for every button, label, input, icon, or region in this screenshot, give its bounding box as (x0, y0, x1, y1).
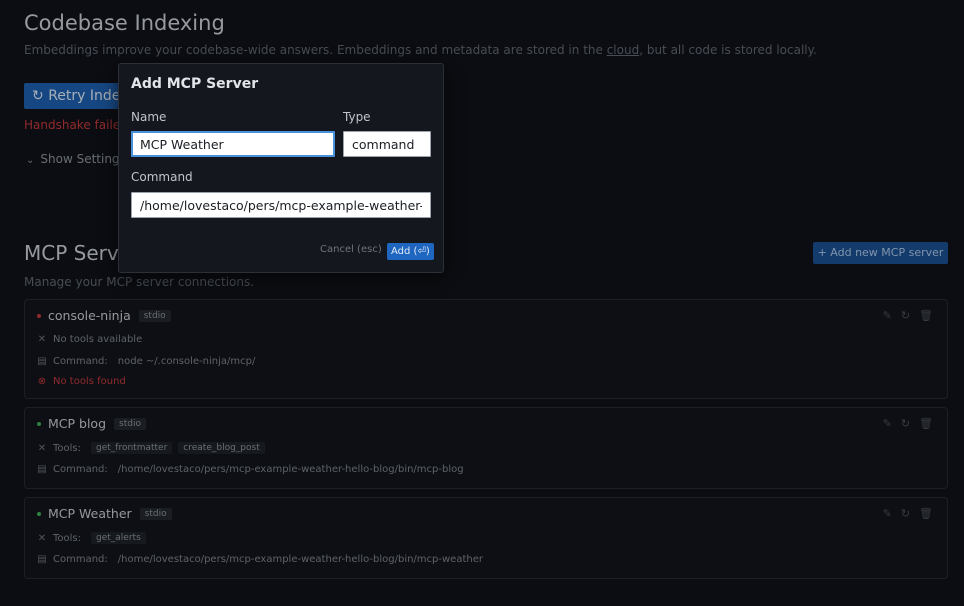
server-name: MCP blog (48, 416, 107, 431)
tool-chip: create_blog_post (178, 442, 265, 454)
tools-icon: ✕ (37, 442, 47, 454)
trash-icon[interactable]: 🗑 (919, 309, 933, 322)
show-settings-toggle[interactable]: ⌄ Show Settings (26, 152, 120, 166)
mcp-description: Manage your MCP server connections. (24, 275, 255, 289)
command-label: Command (131, 170, 193, 184)
trash-icon[interactable]: 🗑 (919, 507, 933, 520)
command-value: node ~/.console-ninja/mcp/ (117, 356, 256, 367)
tools-icon: ✕ (37, 532, 47, 544)
indexing-description: Embeddings improve your codebase-wide an… (24, 43, 817, 57)
server-title: MCP blog stdio (37, 416, 146, 431)
trash-icon[interactable]: 🗑 (919, 417, 933, 430)
type-select[interactable] (343, 131, 431, 157)
name-label: Name (131, 110, 167, 124)
command-row: ▤ Command: /home/lovestaco/pers/mcp-exam… (37, 554, 483, 565)
indexing-title: Codebase Indexing (24, 11, 225, 35)
tools-row: ✕ Tools: get_frontmatter create_blog_pos… (37, 442, 271, 454)
command-value: /home/lovestaco/pers/mcp-example-weather… (117, 554, 483, 565)
command-input[interactable] (131, 192, 431, 218)
server-name: console-ninja (48, 308, 131, 323)
dialog-title: Add MCP Server (131, 76, 259, 92)
tools-row: ✕ No tools available (37, 334, 142, 345)
type-label: Type (343, 110, 371, 124)
tools-row: ✕ Tools: get_alerts (37, 532, 152, 544)
mcp-server-card-console-ninja: console-ninja stdio ✕ No tools available… (24, 299, 948, 399)
tools-text: No tools available (53, 334, 143, 345)
type-badge: stdio (139, 507, 172, 520)
server-title: MCP Weather stdio (37, 506, 172, 521)
mcp-server-card-weather: MCP Weather stdio ✕ Tools: get_alerts ▤ … (24, 497, 948, 579)
tools-label: Tools: (53, 532, 82, 544)
tool-chip: get_alerts (91, 532, 146, 544)
command-label: Command: (53, 554, 108, 565)
name-input[interactable] (131, 131, 335, 157)
description-prefix: Embeddings improve your codebase-wide an… (24, 43, 607, 57)
refresh-icon[interactable]: ↻ (901, 417, 910, 430)
terminal-icon: ▤ (37, 464, 47, 475)
edit-icon[interactable]: ✎ (883, 309, 892, 322)
error-text: No tools found (53, 376, 126, 387)
refresh-icon[interactable]: ↻ (901, 507, 910, 520)
status-dot (37, 313, 41, 318)
cancel-button[interactable]: Cancel (esc) (320, 244, 382, 255)
card-actions: ✎ ↻ 🗑 (883, 309, 933, 322)
chevron-down-icon: ⌄ (26, 155, 35, 166)
cloud-link[interactable]: cloud (607, 43, 640, 57)
add-button[interactable]: Add (⏎) (387, 243, 434, 260)
show-settings-label: Show Settings (40, 152, 120, 166)
terminal-icon: ▤ (37, 356, 47, 367)
command-label: Command: (53, 464, 108, 475)
server-title: console-ninja stdio (37, 308, 171, 323)
status-dot (37, 511, 41, 516)
edit-icon[interactable]: ✎ (883, 417, 892, 430)
command-label: Command: (53, 356, 108, 367)
handshake-error: Handshake failed (24, 118, 120, 132)
type-badge: stdio (138, 309, 171, 322)
retry-indexing-button[interactable]: ↻ Retry Indexing (24, 83, 124, 109)
status-dot (37, 421, 41, 426)
tool-chip: get_frontmatter (91, 442, 173, 454)
mcp-server-card-blog: MCP blog stdio ✕ Tools: get_frontmatter … (24, 407, 948, 489)
mcp-title: MCP Servers (24, 241, 120, 265)
command-row: ▤ Command: /home/lovestaco/pers/mcp-exam… (37, 464, 464, 475)
tools-icon: ✕ (37, 334, 47, 345)
server-name: MCP Weather (48, 506, 132, 521)
tools-label: Tools: (53, 442, 82, 454)
error-row: ⊗ No tools found (37, 376, 126, 387)
retry-indexing-label: Retry Indexing (48, 88, 124, 104)
card-actions: ✎ ↻ 🗑 (883, 507, 933, 520)
refresh-icon[interactable]: ↻ (901, 309, 910, 322)
add-mcp-server-dialog: Add MCP Server Name Type Command Cancel … (118, 63, 444, 273)
add-new-mcp-server-button[interactable]: + Add new MCP server (813, 242, 948, 264)
error-circle-icon: ⊗ (37, 376, 47, 387)
type-badge: stdio (114, 417, 146, 430)
command-row: ▤ Command: node ~/.console-ninja/mcp/ (37, 356, 255, 367)
refresh-icon: ↻ (32, 88, 44, 104)
card-actions: ✎ ↻ 🗑 (883, 417, 933, 430)
terminal-icon: ▤ (37, 554, 47, 565)
command-value: /home/lovestaco/pers/mcp-example-weather… (117, 464, 464, 475)
edit-icon[interactable]: ✎ (883, 507, 892, 520)
description-suffix: , but all code is stored locally. (639, 43, 817, 57)
